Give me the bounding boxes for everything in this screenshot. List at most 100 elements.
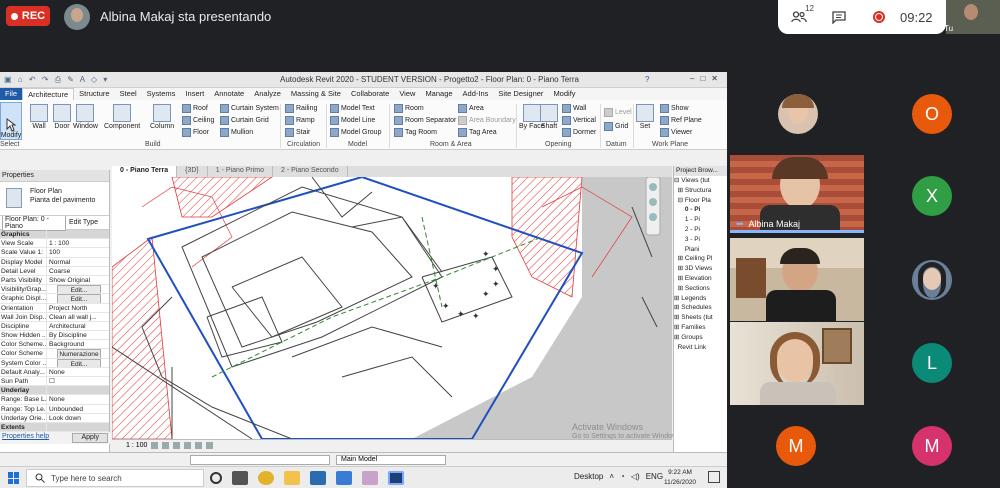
browser-node[interactable]: 0 - Pi (674, 205, 727, 215)
property-value[interactable]: Unbounded (46, 404, 109, 413)
level-button[interactable]: Level (604, 108, 632, 117)
participant-photo-avatar[interactable] (778, 94, 818, 134)
video-tile-2[interactable] (730, 238, 864, 321)
property-value[interactable]: Background (46, 340, 109, 349)
column-button[interactable]: Column (150, 104, 174, 130)
property-edit-button[interactable]: Numerazione (57, 349, 101, 358)
browser-node[interactable]: ⊞ Elevation (674, 274, 727, 284)
viewer-button[interactable]: Viewer (660, 128, 692, 137)
task-view-icon[interactable] (232, 471, 248, 485)
visual-style-icon[interactable] (162, 442, 170, 449)
ribbon-tab-file[interactable]: File (0, 88, 23, 100)
property-category[interactable]: Underlay (0, 386, 109, 396)
browser-node[interactable]: 1 - Pi (674, 215, 727, 225)
property-edit-button[interactable]: Edit... (57, 294, 101, 303)
browser-node[interactable]: ⊞ Sheets (tut (674, 313, 727, 323)
curtain-system-button[interactable]: Curtain System (220, 104, 279, 113)
ribbon-tab-add-ins[interactable]: Add-Ins (458, 88, 494, 100)
participants-button[interactable]: 12 (788, 4, 814, 28)
property-value[interactable]: Project North (46, 303, 109, 312)
browser-node[interactable]: ⊞ Legends (674, 294, 727, 304)
apply-button[interactable]: Apply (72, 433, 108, 443)
area-boundary-button[interactable]: Area Boundary (458, 116, 516, 125)
video-tile-3[interactable] (730, 322, 864, 405)
view-tab[interactable]: 0 - Piano Terra (112, 166, 178, 177)
property-value[interactable]: Architectural (46, 321, 109, 331)
participant-avatar-3[interactable]: L (912, 343, 952, 383)
drawing-canvas[interactable]: ✦ ✦ ✦ ✦ ✦ ✦ ✦ ✦ (112, 177, 672, 439)
ribbon-tab-view[interactable]: View (394, 88, 420, 100)
detail-level-icon[interactable] (151, 442, 159, 449)
floor-button[interactable]: Floor (182, 128, 209, 137)
property-value[interactable]: Clean all wall j... (46, 312, 109, 321)
browser-node[interactable]: ⊞ Ceiling Pl (674, 254, 727, 264)
ribbon-tab-analyze[interactable]: Analyze (249, 88, 286, 100)
ribbon-tab-architecture[interactable]: Architecture (22, 88, 75, 100)
browser-node[interactable]: ⊟ Views (tut (674, 176, 727, 186)
grid-button[interactable]: Grid (604, 122, 628, 131)
area-button[interactable]: Area (458, 104, 484, 113)
participant-avatar-5[interactable]: M (912, 426, 952, 466)
tag-area-button[interactable]: Tag Area (458, 128, 497, 137)
chat-button[interactable] (828, 6, 850, 28)
room-separator-button[interactable]: Room Separator (394, 116, 456, 125)
property-edit-button[interactable]: Edit... (57, 285, 101, 294)
ribbon-tab-manage[interactable]: Manage (420, 88, 457, 100)
volume-icon[interactable]: ◁) (631, 472, 640, 481)
property-value[interactable]: Look down (46, 413, 109, 422)
modify-button[interactable]: Modify (0, 102, 22, 140)
view-tab[interactable]: 2 - Piano Secondo (273, 166, 348, 177)
hide-isolate-icon[interactable] (206, 442, 214, 449)
help-icon[interactable]: ? (645, 75, 649, 84)
ribbon-tab-site-designer[interactable]: Site Designer (493, 88, 548, 100)
design-option-box[interactable]: Main Model (336, 454, 446, 465)
ramp-button[interactable]: Ramp (285, 116, 315, 125)
workset-box[interactable] (190, 454, 330, 465)
crop-view-icon[interactable] (195, 442, 203, 449)
property-value[interactable]: Numerazione (46, 349, 109, 358)
video-tile-speaker[interactable]: ••• Albina Makaj (730, 155, 864, 233)
property-value[interactable]: ☐ (46, 377, 109, 386)
ribbon-tab-annotate[interactable]: Annotate (209, 88, 249, 100)
browser-node[interactable]: 3 - Pi (674, 235, 727, 245)
model-line-button[interactable]: Model Line (330, 116, 375, 125)
participant-avatar-1[interactable]: O (912, 94, 952, 134)
notification-icon[interactable] (708, 471, 720, 483)
curtain-grid-button[interactable]: Curtain Grid (220, 116, 269, 125)
browser-node[interactable]: ⊞ Structura (674, 186, 727, 196)
ribbon-tab-steel[interactable]: Steel (115, 88, 142, 100)
property-value[interactable]: Edit... (46, 294, 109, 303)
network-icon[interactable]: ◔ (620, 472, 625, 481)
component-button[interactable]: Component (104, 104, 140, 130)
railing-button[interactable]: Railing (285, 104, 317, 113)
vertical-button[interactable]: Vertical (562, 116, 596, 125)
view-scale[interactable]: 1 : 100 (126, 442, 147, 449)
participant-photo-avatar-2[interactable] (912, 260, 952, 300)
revit-taskbar-icon[interactable] (388, 471, 404, 485)
property-category[interactable]: Extents (0, 422, 109, 433)
view-tab[interactable]: 1 - Piano Primo (208, 166, 273, 177)
property-edit-button[interactable]: Edit... (57, 358, 101, 367)
photos-icon[interactable] (362, 471, 378, 485)
windows-start-icon[interactable] (8, 472, 20, 484)
desktop-toolbar[interactable]: Desktop (574, 472, 603, 481)
participant-avatar-4[interactable]: M (776, 426, 816, 466)
quick-access-toolbar[interactable]: ▣ ⌂ ↶ ↷ ⎙ ✎ A ◇ ▾ (4, 75, 109, 85)
type-selector[interactable]: Floor Plan Pianta del pavimento (0, 182, 109, 216)
ribbon-tab-insert[interactable]: Insert (180, 88, 209, 100)
ref-plane-button[interactable]: Ref Plane (660, 116, 702, 125)
property-value[interactable]: Show Original (46, 275, 109, 285)
edit-type-button[interactable]: Edit Type (69, 219, 98, 226)
file-explorer-icon[interactable] (284, 471, 300, 485)
shadows-icon[interactable] (184, 442, 192, 449)
model-group-button[interactable]: Model Group (330, 128, 381, 137)
view-tab[interactable]: {3D} (177, 166, 208, 177)
door-button[interactable]: Door (53, 104, 71, 130)
room-button[interactable]: Room (394, 104, 424, 113)
shaft-button[interactable]: Shaft (540, 104, 558, 130)
property-value[interactable]: Coarse (46, 266, 109, 275)
properties-help-link[interactable]: Properties help (2, 433, 49, 443)
property-value[interactable]: By Discipline (46, 331, 109, 340)
set-button[interactable]: Set (636, 104, 654, 130)
browser-node[interactable]: ⊞ Groups (674, 333, 727, 343)
